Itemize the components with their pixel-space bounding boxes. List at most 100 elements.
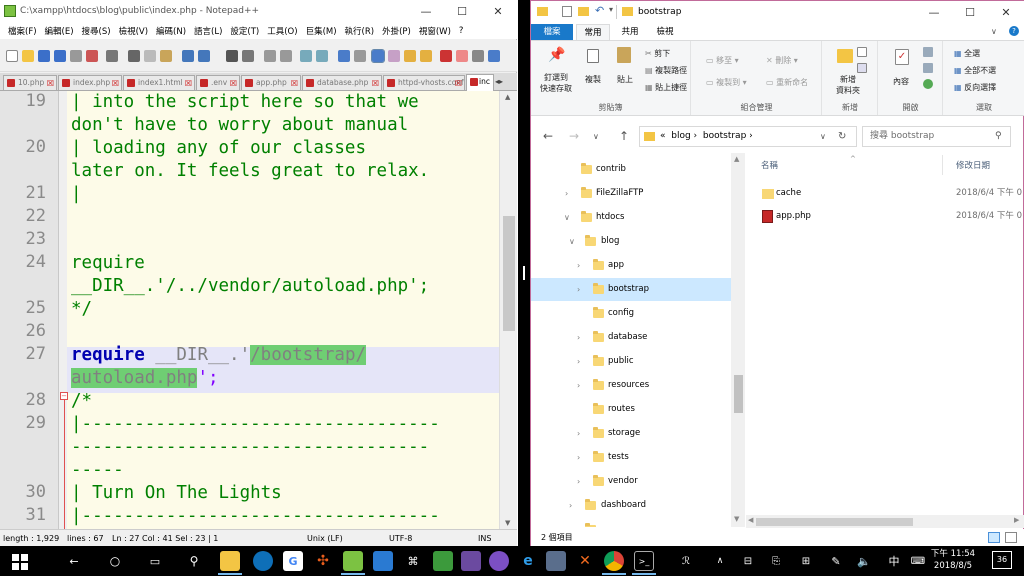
sheets-taskbar-icon[interactable] — [433, 551, 453, 571]
menu-window[interactable]: 視窗(W) — [415, 25, 455, 37]
xampp-taskbar-icon[interactable]: ✕ — [575, 551, 595, 571]
filezilla-taskbar-icon[interactable]: ✣ — [313, 551, 333, 571]
copy-to-button[interactable]: ▭ 複製到 ▾ — [706, 77, 747, 88]
store-taskbar-icon[interactable] — [546, 551, 566, 571]
file-row-cache[interactable]: cache 2018/6/4 下午 0 — [760, 182, 1024, 205]
address-dropdown-icon[interactable]: ∨ — [820, 127, 826, 146]
column-divider[interactable] — [942, 155, 943, 175]
task-view-icon[interactable]: ▭ — [145, 551, 165, 571]
tab-app-php[interactable]: app.php ☒ — [241, 75, 301, 90]
tree-item-tests[interactable]: › tests — [531, 446, 731, 469]
close-tab-icon[interactable]: ☒ — [455, 77, 462, 90]
file-list-pane[interactable]: 名稱 ^ 修改日期 cache 2018/6/4 下午 0 app.php 20… — [746, 153, 1024, 527]
show-all-chars-icon[interactable] — [354, 50, 366, 62]
tree-item-vendor[interactable]: › vendor — [531, 470, 731, 493]
tree-item-blog[interactable]: ∨ blog — [531, 230, 731, 253]
search-input[interactable]: 搜尋 bootstrap ⚲ — [862, 126, 1011, 147]
up-arrow-icon[interactable]: ↑ — [619, 129, 629, 143]
media-taskbar-icon[interactable] — [461, 551, 481, 571]
tree-item-config[interactable]: config — [531, 302, 731, 325]
scroll-up-icon[interactable]: ▲ — [734, 155, 739, 163]
tab-env[interactable]: .env ☒ — [196, 75, 240, 90]
paste-button[interactable]: 貼上 — [617, 74, 633, 85]
print-icon[interactable] — [106, 50, 118, 62]
app-taskbar-icon[interactable] — [253, 551, 273, 571]
close-file-icon[interactable] — [70, 50, 82, 62]
scrollbar-thumb[interactable] — [756, 518, 913, 526]
close-button[interactable]: ✕ — [480, 0, 516, 22]
action-center-icon[interactable]: 36 — [992, 551, 1012, 569]
edge-taskbar-icon[interactable]: e — [518, 551, 538, 571]
close-tab-icon[interactable]: ☒ — [372, 77, 379, 90]
address-overflow-chevron[interactable]: « — [660, 131, 666, 141]
tab-active[interactable]: inc — [466, 74, 494, 91]
column-header-name[interactable]: 名稱 — [761, 159, 778, 171]
network-tray-icon[interactable]: ⊟ — [738, 551, 758, 571]
fold-toggle-icon[interactable]: − — [60, 392, 68, 400]
save-all-icon[interactable] — [54, 50, 66, 62]
close-tab-icon[interactable]: ☒ — [185, 77, 192, 90]
notepadpp-taskbar-icon[interactable] — [343, 551, 363, 571]
redo-icon[interactable] — [198, 50, 210, 62]
tree-item-app[interactable]: › app — [531, 254, 731, 277]
chevron-right-icon[interactable]: › — [577, 470, 580, 493]
back-icon[interactable]: ← — [64, 551, 84, 571]
tab-share[interactable]: 共用 — [613, 24, 647, 40]
collapse-ribbon-icon[interactable]: ∨ — [991, 27, 997, 36]
keyboard-tray-icon[interactable]: ⌨ — [908, 551, 928, 571]
tree-item-bootstrap[interactable]: › bootstrap — [531, 278, 731, 301]
tree-item-storage[interactable]: › storage — [531, 422, 731, 445]
menu-macro[interactable]: 巨集(M) — [302, 25, 341, 37]
details-view-icon[interactable] — [988, 532, 1000, 543]
forward-arrow-icon[interactable]: → — [569, 129, 579, 143]
file-list-hscrollbar[interactable]: ◀ ▶ — [746, 515, 1024, 528]
terminal-taskbar-icon[interactable]: >_ — [634, 551, 654, 571]
function-list-icon[interactable] — [420, 50, 432, 62]
udl-icon[interactable] — [388, 50, 400, 62]
properties-button[interactable]: 內容 — [893, 76, 909, 87]
menu-view[interactable]: 檢視(V) — [115, 25, 152, 37]
sync-v-icon[interactable] — [300, 50, 312, 62]
undo-icon[interactable] — [182, 50, 194, 62]
chevron-right-icon[interactable]: › — [577, 374, 580, 397]
move-to-button[interactable]: ▭ 移至 ▾ — [706, 55, 739, 66]
menu-edit[interactable]: 編輯(E) — [41, 25, 78, 37]
tree-item-htdocs[interactable]: ∨ htdocs — [531, 206, 731, 229]
chevron-right-icon[interactable]: › — [577, 278, 580, 301]
nav-pane-scrollbar[interactable]: ▲ ▼ — [731, 153, 745, 527]
chrome-taskbar-icon[interactable] — [604, 551, 624, 571]
close-tab-icon[interactable]: ☒ — [47, 77, 54, 90]
find-icon[interactable] — [226, 50, 238, 62]
scroll-down-icon[interactable]: ▼ — [734, 515, 739, 523]
tree-item-filezillaftp[interactable]: › FileZillaFTP — [531, 182, 731, 205]
rename-button[interactable]: ▭ 重新命名 — [766, 77, 808, 88]
chevron-right-icon[interactable]: › — [569, 518, 572, 527]
close-tab-icon[interactable]: ☒ — [230, 77, 237, 90]
properties-qat-icon[interactable] — [562, 6, 572, 17]
app2-taskbar-icon[interactable] — [489, 551, 509, 571]
help-icon[interactable]: ? — [1009, 26, 1019, 36]
address-bar[interactable]: « blog › bootstrap › ∨ ↻ — [639, 126, 857, 147]
stop-macro-icon[interactable] — [456, 50, 468, 62]
delete-button[interactable]: ✕ 刪除 ▾ — [766, 55, 798, 66]
chevron-right-icon[interactable]: › — [577, 350, 580, 373]
back-arrow-icon[interactable]: ← — [543, 129, 553, 143]
select-all-button[interactable]: ▦ 全選 — [954, 48, 980, 59]
cut-button[interactable]: ✂ 剪下 — [645, 48, 670, 59]
editor-vertical-scrollbar[interactable]: ▲ ▼ — [499, 91, 517, 529]
tree-item-partial[interactable]: › — [531, 518, 731, 527]
chevron-right-icon[interactable]: › — [565, 182, 568, 205]
chevron-down-icon[interactable]: ∨ — [569, 230, 575, 253]
search-icon[interactable]: ⚲ — [995, 127, 1002, 146]
menu-encoding[interactable]: 編碼(N) — [152, 25, 190, 37]
cortana-circle-icon[interactable]: ○ — [105, 551, 125, 571]
tab-httpd-vhosts[interactable]: httpd-vhosts.conf ☒ — [383, 75, 465, 90]
snap-splitter[interactable] — [518, 0, 530, 546]
tree-item-resources[interactable]: › resources — [531, 374, 731, 397]
tree-item-public[interactable]: › public — [531, 350, 731, 373]
close-button[interactable]: ✕ — [988, 1, 1024, 24]
code-editor[interactable]: − 19 20 21 22 23 24 25 26 27 28 29 30 31… — [0, 91, 517, 529]
menu-run[interactable]: 執行(R) — [341, 25, 379, 37]
refresh-icon[interactable]: ↻ — [838, 127, 846, 146]
menu-help[interactable]: ? — [455, 26, 468, 36]
